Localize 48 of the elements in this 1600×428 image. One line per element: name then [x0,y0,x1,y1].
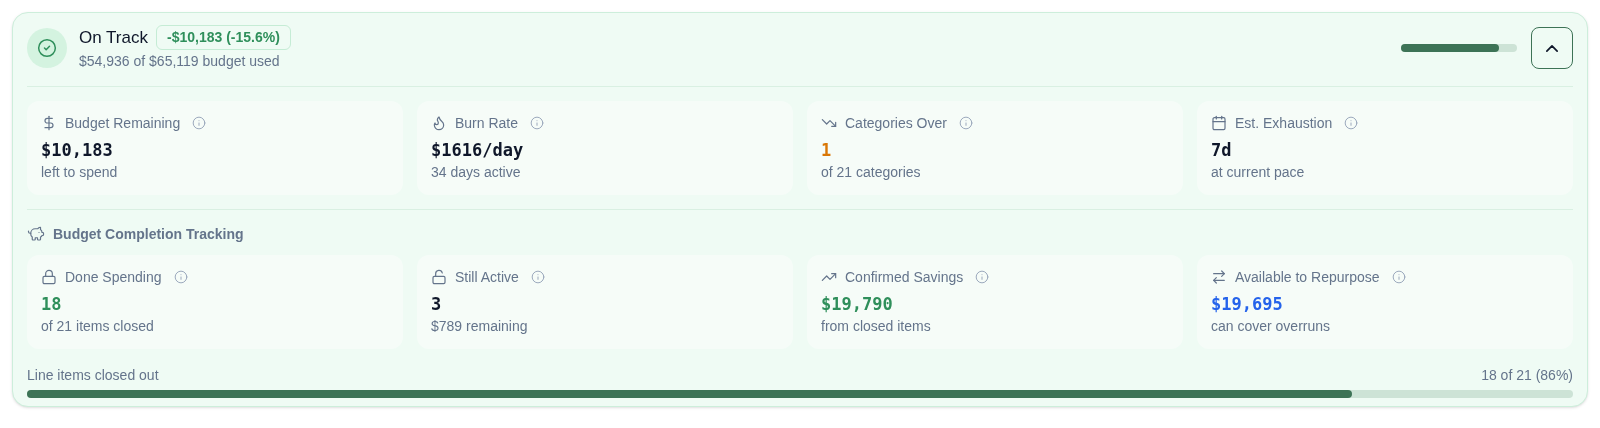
stat-value: $19,790 [821,292,894,316]
stat-label: Budget Remaining [65,113,181,133]
stat-note: at current pace [1211,162,1306,182]
info-icon[interactable] [1391,270,1406,284]
budget-used-text: $54,936 of $65,119 budget used [79,51,281,71]
info-icon[interactable] [975,270,990,284]
stat-note: $789 remaining [431,316,529,336]
stat-value: 3 [431,292,443,316]
stat-value: $19,695 [1211,292,1284,316]
stat-value: 1 [821,138,833,162]
stat-label: Confirmed Savings [845,267,964,287]
check-badge-icon [27,28,67,69]
info-icon[interactable] [958,116,973,130]
lock-icon [41,269,57,285]
stat-label: Burn Rate [455,113,519,133]
progress-label: Line items closed out [27,365,159,385]
stat-value: 7d [1211,138,1233,162]
calendar-icon [1211,115,1227,131]
stat-value: $10,183 [41,138,114,162]
unlocked-lock-icon [431,269,447,285]
info-icon[interactable] [1344,116,1359,130]
progress-reading: 18 of 21 (86%) [1481,365,1573,385]
piggy-bank-icon [27,225,45,243]
status-title: On Track [79,27,148,49]
stat-note: from closed items [821,316,932,336]
delta-badge: -$10,183 (-15.6%) [155,25,291,51]
stat-label: Available to Repurpose [1235,267,1380,287]
dollar-icon [41,115,57,131]
stat-label: Done Spending [65,267,162,287]
swap-arrows-icon [1211,269,1227,285]
flame-icon [431,115,447,131]
info-icon[interactable] [530,270,545,284]
collapse-button[interactable] [1531,27,1573,70]
stat-note: left to spend [41,162,119,182]
stat-label: Categories Over [845,113,947,133]
chevron-up-icon [1546,44,1558,52]
stat-value: $1616/day [431,138,525,162]
stat-note: of 21 items closed [41,316,155,336]
info-icon[interactable] [530,116,545,130]
stat-label: Est. Exhaustion [1235,113,1333,133]
stat-note: can cover overruns [1211,316,1332,336]
info-icon[interactable] [192,116,207,130]
info-icon[interactable] [173,270,188,284]
stat-label: Still Active [455,267,519,287]
stat-value: 18 [41,292,63,316]
stat-note: of 21 categories [821,162,922,182]
stat-note: 34 days active [431,162,522,182]
section-title: Budget Completion Tracking [53,224,244,244]
